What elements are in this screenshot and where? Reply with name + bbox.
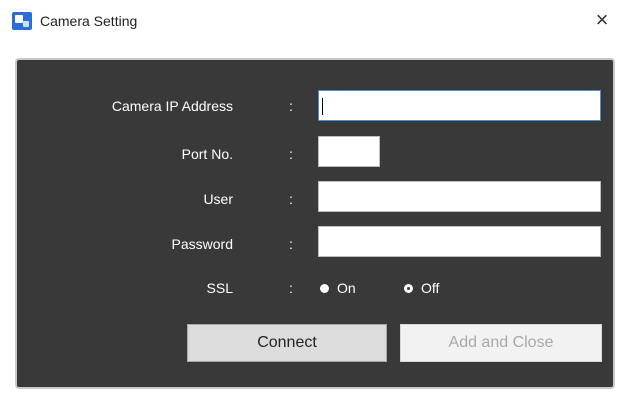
title-bar: Camera Setting × xyxy=(0,0,626,44)
ssl-off-radio[interactable]: Off xyxy=(404,278,439,298)
ssl-on-label: On xyxy=(337,280,356,296)
port-label: Port No. xyxy=(181,146,233,162)
ssl-on-radio[interactable]: On xyxy=(320,278,356,298)
camera-setting-window: Camera Setting × Camera IP Address : Por… xyxy=(0,0,626,401)
ip-address-input[interactable] xyxy=(318,90,601,121)
text-caret xyxy=(322,98,323,115)
window-title: Camera Setting xyxy=(40,13,138,29)
camera-settings-icon xyxy=(12,12,32,30)
password-input[interactable] xyxy=(318,226,601,257)
ip-colon: : xyxy=(289,98,293,114)
port-input[interactable] xyxy=(318,136,380,167)
add-and-close-button[interactable]: Add and Close xyxy=(400,324,602,362)
radio-unselected-icon xyxy=(404,283,413,293)
radio-selected-icon xyxy=(320,283,329,293)
connect-button[interactable]: Connect xyxy=(187,324,387,362)
settings-panel: Camera IP Address : Port No. : User : Pa… xyxy=(15,58,615,389)
ssl-off-label: Off xyxy=(421,280,440,296)
ip-address-label: Camera IP Address xyxy=(111,98,233,114)
user-label: User xyxy=(203,191,233,207)
user-input[interactable] xyxy=(318,181,601,212)
password-label: Password xyxy=(171,236,233,252)
port-colon: : xyxy=(289,146,293,162)
close-icon[interactable]: × xyxy=(588,6,616,34)
password-colon: : xyxy=(289,236,293,252)
ssl-label: SSL xyxy=(206,280,233,296)
user-colon: : xyxy=(289,191,293,207)
ssl-colon: : xyxy=(289,280,293,296)
